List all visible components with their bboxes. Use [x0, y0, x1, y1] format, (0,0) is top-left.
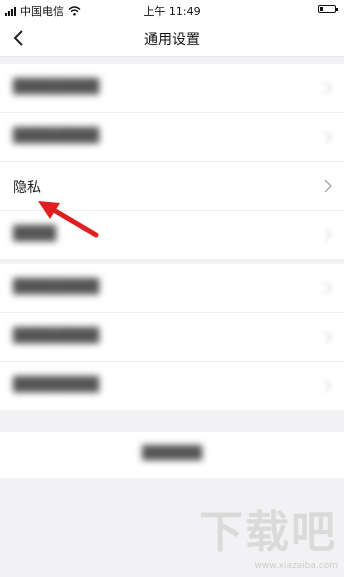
watermark-text: 下载吧 [199, 507, 337, 558]
chevron-right-icon [324, 228, 332, 242]
chevron-right-icon [324, 179, 332, 193]
settings-row[interactable]: ████████ [0, 362, 344, 410]
settings-row-label: ████████ [13, 377, 100, 393]
chevron-right-icon [324, 81, 332, 95]
red-arrow-icon [38, 201, 99, 238]
watermark-url: www.xiazaiba.com [254, 561, 338, 571]
chevron-right-icon [324, 281, 332, 295]
battery-icon [318, 5, 338, 13]
chevron-right-icon [324, 130, 332, 144]
watermark: 下载吧 www.xiazaiba.com [196, 505, 340, 572]
settings-row[interactable]: ████████ [0, 313, 344, 362]
settings-row[interactable]: ████████ [0, 64, 344, 113]
settings-row-label: ████████ [13, 79, 100, 95]
settings-row-label: ████████ [13, 128, 100, 144]
settings-row-label: ████████ [13, 328, 100, 344]
chevron-right-icon [324, 379, 332, 393]
settings-row[interactable]: ████████ [0, 113, 344, 162]
logout-label: ██████ [142, 446, 202, 461]
status-bar: 中国电信 上午 11:49 [0, 0, 344, 20]
settings-row[interactable]: ████████ [0, 264, 344, 313]
logout-button[interactable]: ██████ [0, 432, 344, 478]
nav-bar: 通用设置 [0, 20, 344, 57]
settings-row-label: ████████ [13, 279, 100, 295]
status-time: 上午 11:49 [143, 5, 201, 18]
page-title: 通用设置 [144, 32, 200, 48]
settings-row-label: 隐私 [13, 180, 41, 196]
chevron-right-icon [324, 330, 332, 344]
settings-group-2: ████████ ████████ ████████ [0, 264, 344, 410]
